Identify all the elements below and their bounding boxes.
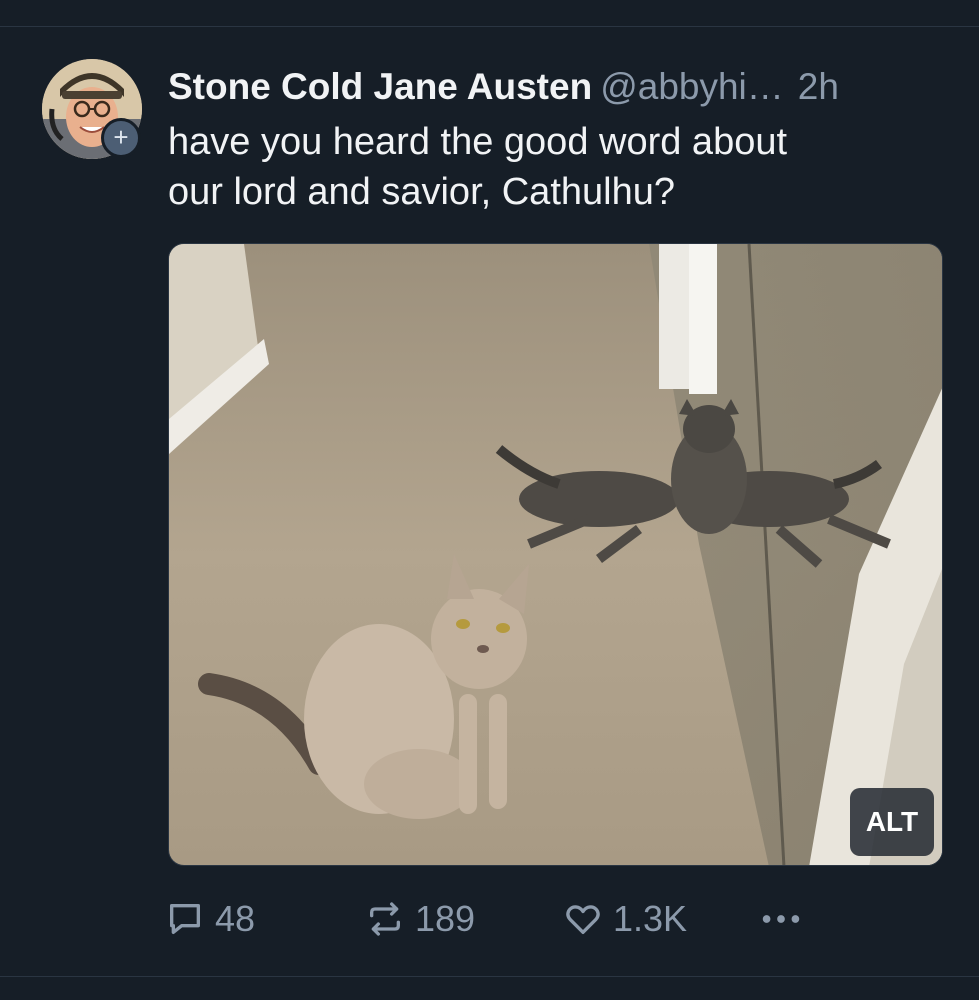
post-image[interactable]: [168, 243, 943, 866]
more-options-button[interactable]: [757, 893, 815, 945]
ellipsis-icon: [762, 915, 800, 923]
author-handle[interactable]: @abbyhi…: [600, 66, 784, 107]
post-text: have you heard the good word about our l…: [168, 117, 948, 217]
post-bottom-divider: [0, 976, 979, 977]
author-display-name[interactable]: Stone Cold Jane Austen: [168, 66, 592, 107]
post-header: Stone Cold Jane Austen @abbyhi… 2h: [168, 63, 958, 111]
post-text-line: our lord and savior, Cathulhu?: [168, 171, 675, 213]
heart-icon: [566, 905, 600, 934]
post-timestamp[interactable]: 2h: [798, 66, 839, 107]
reply-icon: [170, 904, 200, 934]
post-actions: 48 189 1.3K: [165, 893, 965, 945]
reply-count: 48: [215, 898, 256, 939]
follow-button[interactable]: +: [101, 118, 141, 158]
repost-icon: [370, 902, 400, 936]
reply-button[interactable]: 48: [165, 893, 255, 945]
post-text-line: have you heard the good word about: [168, 121, 788, 163]
cat-mirror-photo: [169, 244, 942, 865]
alt-text-button[interactable]: ALT: [850, 788, 934, 856]
like-button[interactable]: 1.3K: [563, 893, 687, 945]
repost-count: 189: [415, 898, 476, 939]
like-count: 1.3K: [613, 898, 688, 939]
plus-icon: +: [113, 122, 129, 152]
repost-button[interactable]: 189: [365, 893, 475, 945]
